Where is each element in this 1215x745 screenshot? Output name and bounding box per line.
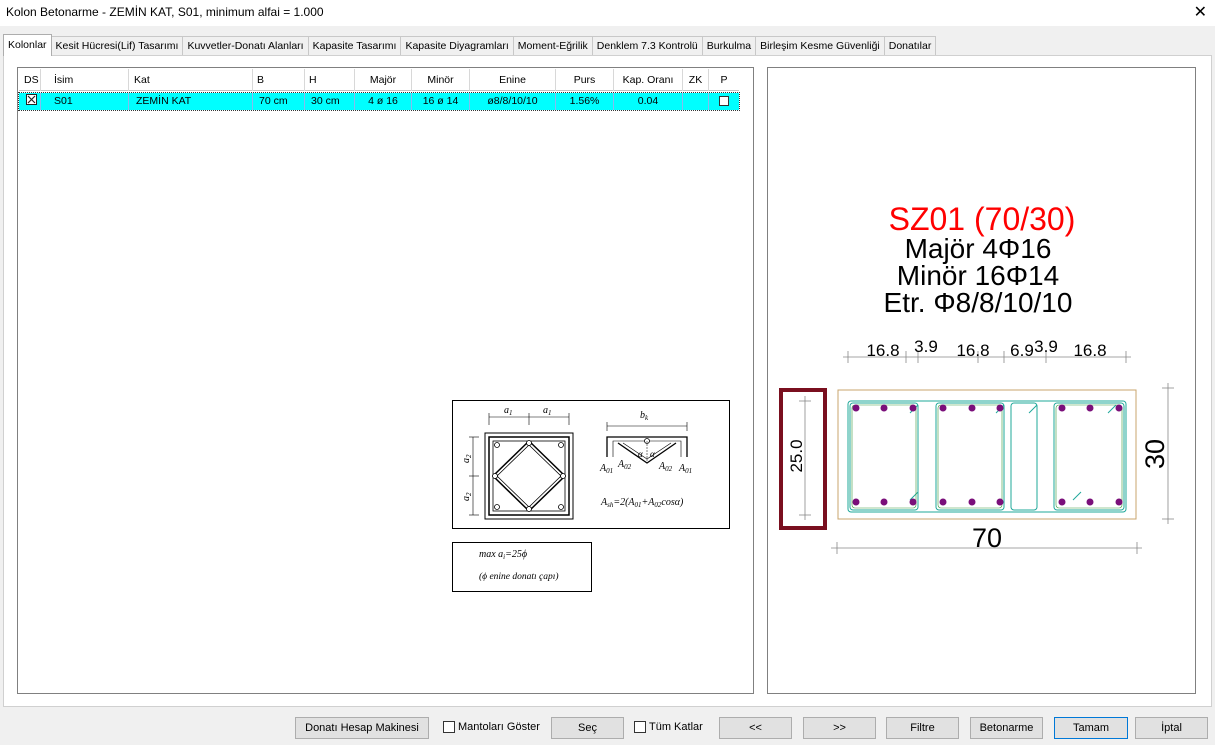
dim-right: 30 (1140, 439, 1170, 469)
a01-left-label: A01 (599, 463, 613, 475)
row-b: 70 cm (253, 93, 305, 110)
mantolari-goster-checkbox[interactable]: Mantoları Göster (443, 721, 540, 733)
header-purs[interactable]: Purs (556, 69, 614, 91)
a02-left-label: A02 (617, 459, 632, 471)
a1-right-label: a1 (543, 405, 552, 417)
note-svg: max ai=25ϕ (ϕ enine donatı çapı) (479, 549, 559, 582)
dim-top-5: 3.9 (1034, 337, 1058, 356)
dim-top-1: 16.8 (866, 341, 899, 360)
ds-checkbox[interactable] (26, 94, 37, 105)
close-icon[interactable]: ✕ (1194, 2, 1207, 22)
row-major: 4 ø 16 (355, 93, 412, 110)
dim-left: 25.0 (787, 439, 806, 472)
header-enine[interactable]: Enine (470, 69, 556, 91)
row-kat: ZEMİN KAT (129, 93, 253, 110)
grid-header: DS İsim Kat B H Majör Minör Enine Purs K… (19, 69, 739, 91)
title-bar: Kolon Betonarme - ZEMİN KAT, S01, minimu… (0, 0, 1215, 26)
header-minor[interactable]: Minör (412, 69, 470, 91)
tamam-button[interactable]: Tamam (1054, 717, 1128, 739)
columns-grid[interactable]: DS İsim Kat B H Majör Minör Enine Purs K… (17, 67, 754, 694)
a01-right-label: A01 (678, 463, 692, 475)
filtre-button[interactable]: Filtre (886, 717, 959, 739)
tum-katlar-box[interactable] (634, 721, 646, 733)
inner-stirrups (851, 404, 1123, 509)
dim-bottom: 70 (972, 523, 1002, 553)
row-p-cell[interactable] (709, 93, 739, 110)
mantolari-box[interactable] (443, 721, 455, 733)
tab-kesit-hucresi[interactable]: Kesit Hücresi(Lif) Tasarımı (50, 36, 184, 56)
stirrups (847, 400, 1127, 513)
header-h[interactable]: H (305, 69, 355, 91)
row-ds-cell[interactable] (19, 93, 41, 110)
row-purs: 1.56% (556, 93, 614, 110)
dim-top-6: 16.8 (1073, 341, 1106, 360)
iptal-button[interactable]: İptal (1135, 717, 1208, 739)
tab-kapasite-tasarimi[interactable]: Kapasite Tasarımı (307, 36, 402, 56)
donati-hesap-button[interactable]: Donatı Hesap Makinesi (295, 717, 429, 739)
section-drawing-svg: SZ01 (70/30) Majör 4Φ16 Minör 16Φ14 Etr.… (779, 201, 1174, 554)
tab-burkulma[interactable]: Burkulma (701, 36, 757, 56)
row-minor: 16 ø 14 (412, 93, 470, 110)
a2-top-label: a2 (461, 454, 473, 463)
row-isim: S01 (41, 93, 129, 110)
max-ai-text: max ai=25ϕ (479, 549, 527, 561)
dim-top-4: 6.9 (1010, 341, 1034, 360)
dim-top-2: 3.9 (914, 337, 938, 356)
row-zk (683, 93, 709, 110)
confinement-svg: a1 a1 a2 a2 bk α α A01 A02 A02 A01 Ash=2… (461, 405, 692, 520)
tab-kuvvetler[interactable]: Kuvvetler-Donatı Alanları (182, 36, 309, 56)
tab-moment-egrilik[interactable]: Moment-Eğrilik (512, 36, 593, 56)
header-isim[interactable]: İsim (41, 69, 129, 91)
mantolari-label: Mantoları Göster (458, 721, 540, 733)
alpha-left-label: α (638, 449, 643, 459)
row-enine: ø8/8/10/10 (470, 93, 556, 110)
a2-bottom-label: a2 (461, 492, 473, 501)
tab-donatilar[interactable]: Donatılar (883, 36, 937, 56)
dim-top-3: 16.8 (956, 341, 989, 360)
header-b[interactable]: B (253, 69, 305, 91)
tab-kapasite-diyagramlari[interactable]: Kapasite Diyagramları (400, 36, 514, 56)
phi-note-text: (ϕ enine donatı çapı) (479, 571, 559, 582)
section-etr: Etr. Φ8/8/10/10 (884, 287, 1073, 318)
a1-left-label: a1 (504, 405, 513, 417)
alpha-right-label: α (650, 449, 655, 459)
a02-right-label: A02 (658, 461, 673, 473)
prev-button[interactable]: << (719, 717, 792, 739)
ash-formula: Ash=2(A01+A02cosα) (600, 497, 684, 509)
next-button[interactable]: >> (803, 717, 876, 739)
tum-katlar-label: Tüm Katlar (649, 721, 703, 733)
section-name: SZ01 (70/30) (889, 201, 1076, 237)
table-row[interactable]: S01 ZEMİN KAT 70 cm 30 cm 4 ø 16 16 ø 14… (18, 92, 740, 111)
max-spacing-note: max ai=25ϕ (ϕ enine donatı çapı) (452, 542, 592, 592)
tab-denklem[interactable]: Denklem 7.3 Kontrolü (591, 36, 703, 56)
betonarme-button[interactable]: Betonarme (970, 717, 1043, 739)
header-ds[interactable]: DS (19, 69, 41, 91)
header-zk[interactable]: ZK (683, 69, 709, 91)
p-checkbox[interactable] (719, 96, 729, 106)
header-p[interactable]: P (709, 69, 739, 91)
window-title: Kolon Betonarme - ZEMİN KAT, S01, minimu… (6, 5, 324, 19)
section-drawing-panel: SZ01 (70/30) Majör 4Φ16 Minör 16Φ14 Etr.… (767, 67, 1196, 694)
tab-birlesim[interactable]: Birleşim Kesme Güvenliği (755, 36, 885, 56)
bk-label: bk (640, 410, 649, 422)
tab-strip: Kolonlar Kesit Hücresi(Lif) Tasarımı Kuv… (3, 34, 937, 56)
confinement-diagram: a1 a1 a2 a2 bk α α A01 A02 A02 A01 Ash=2… (452, 400, 730, 529)
row-kap-orani: 0.04 (614, 93, 683, 110)
sec-button[interactable]: Seç (551, 717, 624, 739)
rebar-dots (852, 404, 1123, 506)
tum-katlar-checkbox[interactable]: Tüm Katlar (634, 721, 703, 733)
header-kap-orani[interactable]: Kap. Oranı (614, 69, 683, 91)
header-kat[interactable]: Kat (129, 69, 253, 91)
tab-kolonlar[interactable]: Kolonlar (3, 34, 52, 56)
row-h: 30 cm (305, 93, 355, 110)
header-major[interactable]: Majör (355, 69, 412, 91)
